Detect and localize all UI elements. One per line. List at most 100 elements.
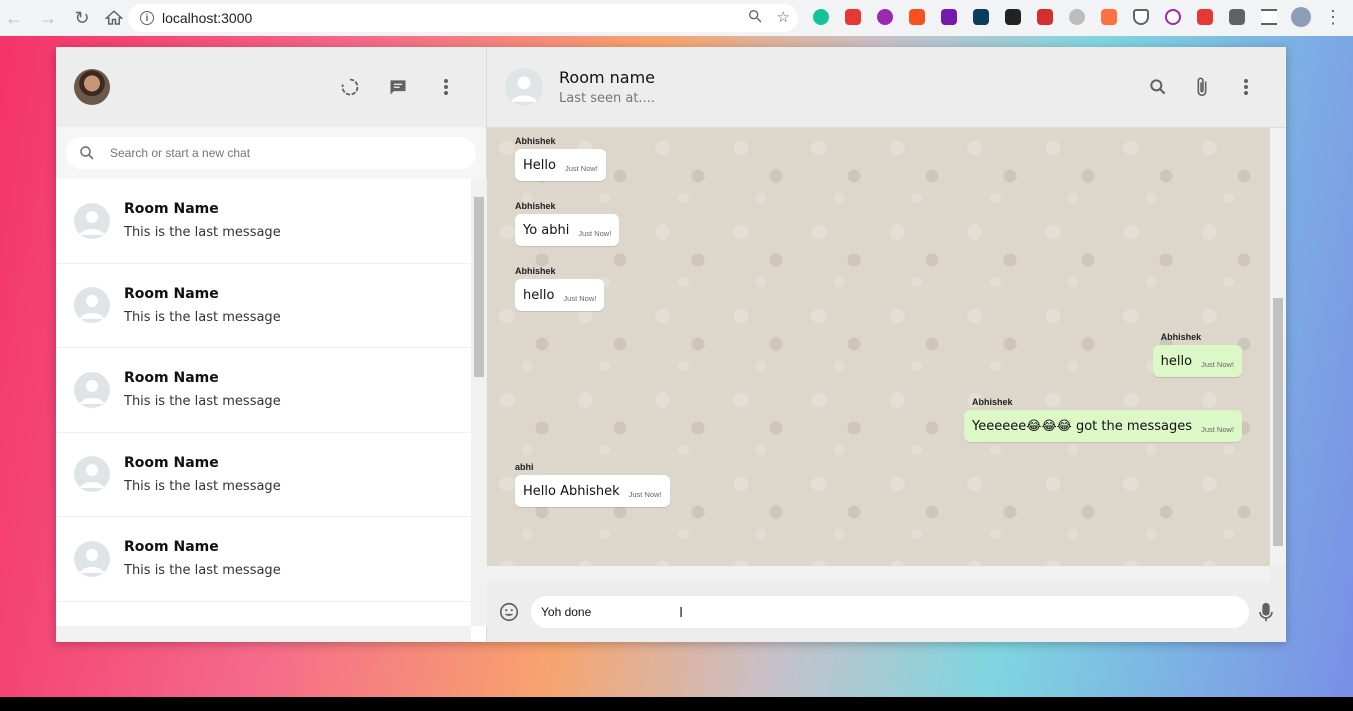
cb-extension-icon[interactable] (1002, 6, 1024, 28)
message-time: Just Now! (563, 294, 597, 303)
address-bar[interactable]: i localhost:3000 ☆ (128, 4, 798, 32)
orange-extension-icon[interactable] (906, 6, 928, 28)
chat-name: Room Name (124, 370, 219, 387)
user-avatar[interactable] (74, 69, 110, 105)
message-input[interactable] (541, 605, 1141, 619)
orange-off-extension-icon[interactable] (1098, 6, 1120, 28)
m-extension-icon[interactable] (970, 6, 992, 28)
message-time: Just Now! (1201, 360, 1234, 369)
mic-icon[interactable] (1254, 600, 1278, 624)
message-text: hello (1160, 354, 1193, 369)
sidebar-horizontal-scrollbar[interactable] (56, 626, 471, 642)
attach-icon[interactable] (1190, 75, 1214, 99)
message-bubble: hello Just Now! (1152, 345, 1242, 377)
message-text: hello (523, 288, 555, 303)
message-bubble: Yeeeeee😂😂😂 got the messages Just Now! (964, 410, 1242, 442)
message: Abhishek Yo abhi Just Now! (515, 201, 620, 246)
scroll-thumb[interactable] (1273, 298, 1283, 546)
message-text: Yeeeeee😂😂😂 got the messages (972, 419, 1193, 434)
chat-name: Room Name (124, 201, 219, 218)
purple-circle-icon[interactable] (874, 6, 896, 28)
chat-list: Room Name This is the last message Room … (56, 179, 471, 626)
pdf-icon[interactable] (842, 6, 864, 28)
chat-list-item[interactable]: Room Name This is the last message (56, 179, 471, 264)
chat-panel: Room name Last seen at.... Abhishek Hell… (487, 47, 1286, 642)
bookmark-star-icon[interactable]: ☆ (777, 8, 790, 26)
onenote-icon[interactable] (938, 6, 960, 28)
home-icon[interactable] (100, 4, 128, 32)
extensions-bar: ⋮ (810, 6, 1344, 28)
sidebar: Room Name This is the last message Room … (56, 47, 487, 642)
chat-list-item[interactable]: Room Name This is the last message (56, 517, 471, 602)
profile-avatar[interactable] (1290, 6, 1312, 28)
chat-last-message: This is the last message (124, 563, 281, 579)
message-text: Hello Abhishek (523, 484, 620, 499)
gear-extension-icon[interactable] (1066, 6, 1088, 28)
message-sent: Abhishek hello Just Now! (1152, 332, 1242, 377)
site-info-icon[interactable]: i (140, 11, 154, 25)
zoom-icon[interactable] (747, 8, 763, 26)
emoji-icon[interactable] (497, 600, 521, 624)
chat-more-icon[interactable] (1234, 75, 1258, 99)
chat-last-message: This is the last message (124, 394, 281, 410)
message-bubble: Hello Abhishek Just Now! (515, 475, 670, 507)
new-chat-icon[interactable] (386, 75, 410, 99)
message-bubble: Hello Just Now! (515, 149, 606, 181)
forward-icon[interactable]: → (34, 4, 62, 32)
sidebar-vertical-scrollbar[interactable] (471, 179, 487, 626)
back-icon[interactable]: ← (0, 4, 28, 32)
sidebar-header (56, 47, 486, 127)
message-text: Yo abhi (523, 223, 570, 238)
room-avatar[interactable] (505, 68, 543, 106)
chat-header: Room name Last seen at.... (487, 47, 1286, 128)
chat-list-item[interactable]: Room Name This is the last message (56, 348, 471, 433)
chat-app: Room Name This is the last message Room … (56, 47, 1286, 642)
search-box (66, 137, 476, 169)
chat-vertical-scrollbar[interactable] (1270, 128, 1286, 566)
avatar (74, 540, 110, 577)
broadcast-icon[interactable] (1162, 6, 1184, 28)
search-icon (78, 144, 96, 162)
message-sender: Abhishek (972, 397, 1013, 407)
red-extension-icon[interactable] (1034, 6, 1056, 28)
chat-name: Room Name (124, 285, 219, 302)
taskbar-strip (0, 697, 1353, 711)
menu-more-icon[interactable] (434, 75, 458, 99)
message-sender: abhi (515, 462, 534, 472)
chat-messages: Abhishek Hello Just Now! Abhishek Yo abh… (487, 128, 1270, 566)
message-time: Just Now! (1201, 425, 1234, 434)
reading-list-icon[interactable] (1258, 6, 1280, 28)
chat-list-item[interactable]: Room Name This is the last message (56, 433, 471, 517)
message-text: Hello (523, 158, 556, 173)
text-cursor-icon: I (679, 604, 684, 621)
browser-toolbar: ← → ↻ i localhost:3000 ☆ ⋮ (0, 0, 1353, 36)
pocket-icon[interactable] (1130, 6, 1152, 28)
chat-last-message: This is the last message (124, 225, 281, 241)
chat-list-item[interactable]: Room Name This is the last message (56, 264, 471, 348)
search-input[interactable] (110, 146, 450, 160)
avatar (74, 456, 110, 493)
more-icon[interactable]: ⋮ (1322, 6, 1344, 28)
chat-name: Room Name (124, 539, 219, 556)
message-sender: Abhishek (515, 136, 556, 146)
avatar (74, 287, 110, 324)
puzzle-icon[interactable] (1226, 6, 1248, 28)
chat-horizontal-scrollbar[interactable] (487, 566, 1270, 582)
red-play-icon[interactable] (1194, 6, 1216, 28)
scroll-thumb[interactable] (474, 197, 484, 377)
chat-last-message: This is the last message (124, 309, 281, 325)
search-messages-icon[interactable] (1146, 75, 1170, 99)
chat-footer: I (487, 582, 1286, 642)
message-sent: Abhishek Yeeeeee😂😂😂 got the messages Jus… (964, 397, 1242, 442)
message: abhi Hello Abhishek Just Now! (515, 462, 670, 507)
search-bar (56, 127, 486, 179)
grammarly-icon[interactable] (810, 6, 832, 28)
message: Abhishek hello Just Now! (515, 266, 605, 311)
message-bubble: Yo abhi Just Now! (515, 214, 620, 246)
chat-last-message: This is the last message (124, 478, 281, 494)
url-text: localhost:3000 (162, 10, 253, 26)
message-time: Just Now! (628, 490, 662, 499)
status-icon[interactable] (338, 75, 362, 99)
message-input-box: I (531, 596, 1249, 628)
reload-icon[interactable]: ↻ (68, 4, 96, 32)
